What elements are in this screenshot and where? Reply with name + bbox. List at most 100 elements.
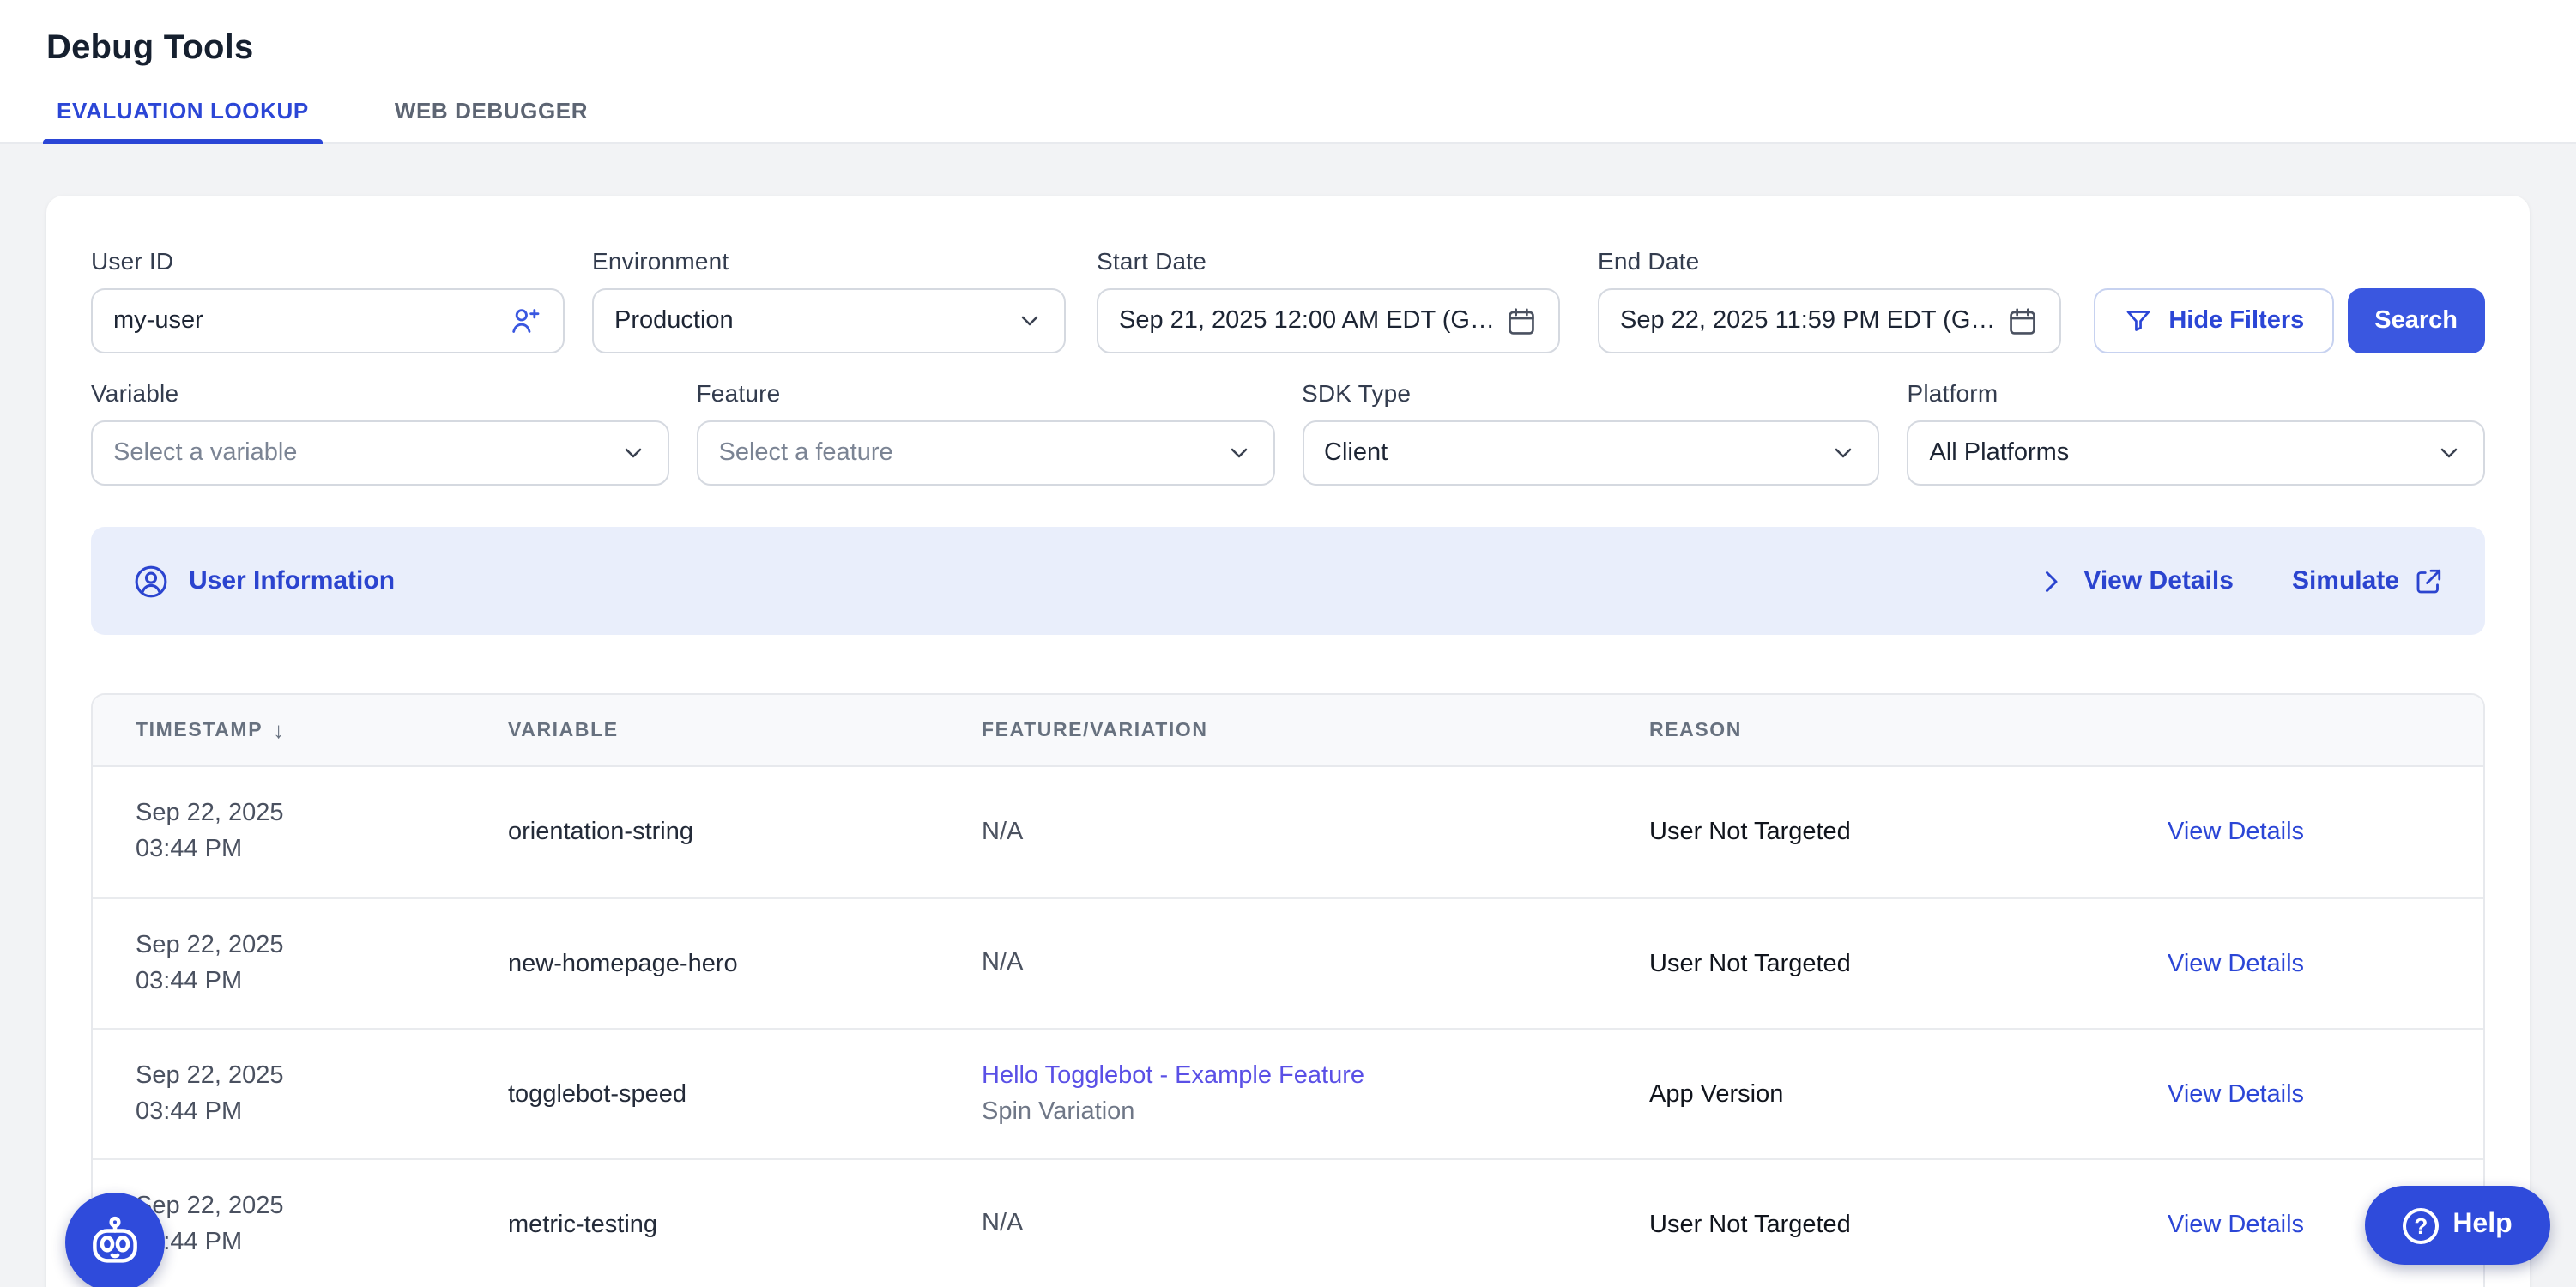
chevron-right-icon[interactable] [2035, 565, 2066, 596]
user-id-input-wrap [91, 288, 565, 353]
variable-field-group: Variable Select a variable [91, 379, 669, 486]
debug-tools-page: Debug Tools EVALUATION LOOKUP WEB DEBUGG… [0, 0, 2576, 1287]
row-view-details-link[interactable]: View Details [2168, 1080, 2483, 1108]
robot-icon [84, 1211, 146, 1273]
user-information-banner: User Information View Details Simulate [91, 527, 2485, 635]
row-view-details-link[interactable]: View Details [2168, 819, 2483, 846]
timestamp-time: 03:44 PM [136, 1224, 508, 1260]
reason-cell: User Not Targeted [1649, 1211, 2168, 1238]
banner-left: User Information [132, 562, 395, 600]
variable-select[interactable]: Select a variable [91, 420, 669, 486]
platform-field-group: Platform All Platforms [1908, 379, 2486, 486]
end-date-field-group: End Date Sep 22, 2025 11:59 PM EDT (GM..… [1598, 247, 2061, 353]
start-date-value: Sep 21, 2025 12:00 AM EDT (GM... [1119, 307, 1505, 335]
calendar-icon [1505, 305, 1538, 337]
variable-cell: new-homepage-hero [508, 950, 982, 977]
evaluation-lookup-card: User ID Environment [46, 196, 2530, 1287]
chevron-down-icon [1830, 439, 1858, 467]
start-date-field-group: Start Date Sep 21, 2025 12:00 AM EDT (GM… [1097, 247, 1560, 353]
chevron-down-icon [1016, 307, 1043, 335]
tab-evaluation-lookup[interactable]: EVALUATION LOOKUP [43, 98, 323, 142]
feature-cell: Hello Togglebot - Example Feature Spin V… [982, 1058, 1649, 1130]
feature-link[interactable]: Hello Togglebot - Example Feature [982, 1058, 1649, 1094]
hide-filters-button[interactable]: Hide Filters [2093, 288, 2333, 353]
platform-value: All Platforms [1930, 439, 2436, 467]
timestamp-cell: Sep 22, 2025 03:44 PM [136, 927, 508, 1000]
banner-view-details-link[interactable]: View Details [2083, 566, 2234, 595]
table-row: Sep 22, 2025 03:44 PM metric-testing N/A… [93, 1158, 2483, 1287]
filter-actions: Hide Filters Search [2093, 288, 2485, 353]
sort-descending-icon: ↓ [273, 717, 286, 743]
calendar-icon [2006, 305, 2039, 337]
filter-row-1: User ID Environment [91, 247, 2485, 353]
tab-web-debugger[interactable]: WEB DEBUGGER [381, 98, 602, 142]
feature-cell: N/A [982, 1206, 1649, 1242]
page-header: Debug Tools EVALUATION LOOKUP WEB DEBUGG… [0, 0, 2576, 144]
page-title: Debug Tools [46, 29, 253, 69]
question-circle-icon: ? [2403, 1207, 2439, 1243]
chevron-down-icon [1225, 439, 1252, 467]
hide-filters-label: Hide Filters [2168, 307, 2304, 335]
column-header-reason: REASON [1649, 720, 2168, 740]
column-header-feature-variation: FEATURE/VARIATION [982, 720, 1649, 740]
timestamp-time: 03:44 PM [136, 964, 508, 1000]
row-view-details-link[interactable]: View Details [2168, 950, 2483, 977]
simulate-link[interactable]: Simulate [2292, 565, 2444, 596]
column-header-variable: VARIABLE [508, 720, 982, 740]
chevron-down-icon [2435, 439, 2463, 467]
timestamp-cell: Sep 22, 2025 03:44 PM [136, 796, 508, 868]
end-date-label: End Date [1598, 247, 2061, 275]
end-date-value: Sep 22, 2025 11:59 PM EDT (GM... [1620, 307, 2006, 335]
sdk-type-select[interactable]: Client [1302, 420, 1880, 486]
filter-row-2: Variable Select a variable Feature Selec… [91, 379, 2485, 486]
timestamp-time: 03:44 PM [136, 1094, 508, 1130]
feature-select[interactable]: Select a feature [697, 420, 1275, 486]
user-circle-icon [132, 562, 170, 600]
chevron-down-icon [620, 439, 647, 467]
table-row: Sep 22, 2025 03:44 PM new-homepage-hero … [93, 897, 2483, 1028]
reason-cell: User Not Targeted [1649, 819, 2168, 846]
timestamp-time: 03:44 PM [136, 832, 508, 868]
start-date-input[interactable]: Sep 21, 2025 12:00 AM EDT (GM... [1097, 288, 1560, 353]
feature-label: Feature [697, 379, 1275, 407]
variable-cell: orientation-string [508, 819, 982, 846]
environment-value: Production [614, 307, 1016, 335]
end-date-input[interactable]: Sep 22, 2025 11:59 PM EDT (GM... [1598, 288, 2061, 353]
user-plus-icon[interactable] [508, 304, 542, 338]
column-header-timestamp[interactable]: TIMESTAMP ↓ [136, 717, 508, 743]
start-date-label: Start Date [1097, 247, 1560, 275]
user-id-field-group: User ID [91, 247, 565, 353]
platform-label: Platform [1908, 379, 2486, 407]
sdk-type-value: Client [1324, 439, 1830, 467]
table-row: Sep 22, 2025 03:44 PM togglebot-speed He… [93, 1028, 2483, 1158]
feature-cell: N/A [982, 946, 1649, 982]
table-header-row: TIMESTAMP ↓ VARIABLE FEATURE/VARIATION R… [93, 695, 2483, 767]
environment-field-group: Environment Production [592, 247, 1066, 353]
feature-cell: N/A [982, 814, 1649, 850]
filter-funnel-icon [2122, 305, 2153, 336]
help-button[interactable]: ? Help [2365, 1186, 2550, 1265]
timestamp-date: Sep 22, 2025 [136, 1058, 508, 1094]
banner-right: View Details Simulate [2035, 565, 2444, 596]
timestamp-date: Sep 22, 2025 [136, 1188, 508, 1224]
tab-bar: EVALUATION LOOKUP WEB DEBUGGER [43, 98, 660, 142]
help-label: Help [2452, 1210, 2512, 1241]
feature-placeholder: Select a feature [719, 439, 1225, 467]
banner-title: User Information [189, 566, 395, 595]
variable-placeholder: Select a variable [113, 439, 620, 467]
sdk-type-field-group: SDK Type Client [1302, 379, 1880, 486]
environment-select[interactable]: Production [592, 288, 1066, 353]
timestamp-date: Sep 22, 2025 [136, 796, 508, 832]
variable-cell: togglebot-speed [508, 1080, 982, 1108]
external-link-icon [2413, 565, 2444, 596]
feature-field-group: Feature Select a feature [697, 379, 1275, 486]
variable-label: Variable [91, 379, 669, 407]
platform-select[interactable]: All Platforms [1908, 420, 2486, 486]
variable-cell: metric-testing [508, 1211, 982, 1238]
sdk-type-label: SDK Type [1302, 379, 1880, 407]
togglebot-assistant-button[interactable] [65, 1193, 165, 1287]
search-button[interactable]: Search [2347, 288, 2485, 353]
variation-label: Spin Variation [982, 1094, 1649, 1130]
user-id-input[interactable] [113, 307, 508, 335]
timestamp-date: Sep 22, 2025 [136, 927, 508, 964]
